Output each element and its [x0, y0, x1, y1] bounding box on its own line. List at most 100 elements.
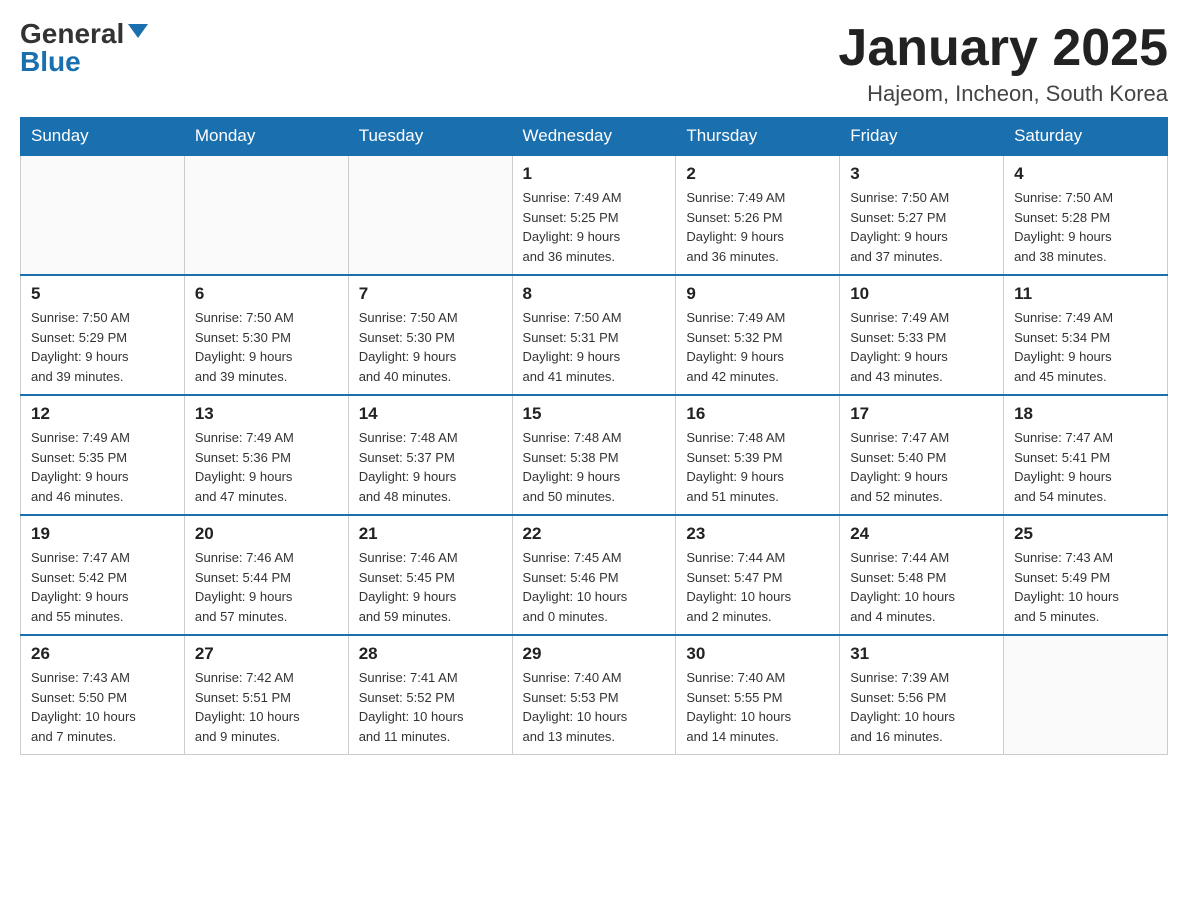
day-info: Sunrise: 7:44 AM Sunset: 5:48 PM Dayligh…	[850, 548, 993, 626]
calendar-week-row: 12 Sunrise: 7:49 AM Sunset: 5:35 PM Dayli…	[21, 395, 1168, 515]
logo-triangle-icon	[128, 24, 148, 38]
weekday-header-monday: Monday	[184, 118, 348, 156]
weekday-header-tuesday: Tuesday	[348, 118, 512, 156]
day-number: 7	[359, 284, 502, 304]
day-info: Sunrise: 7:49 AM Sunset: 5:26 PM Dayligh…	[686, 188, 829, 266]
day-number: 25	[1014, 524, 1157, 544]
calendar-cell: 2Sunrise: 7:49 AM Sunset: 5:26 PM Daylig…	[676, 155, 840, 275]
day-info: Sunrise: 7:44 AM Sunset: 5:47 PM Dayligh…	[686, 548, 829, 626]
calendar-week-row: 26Sunrise: 7:43 AM Sunset: 5:50 PM Dayli…	[21, 635, 1168, 755]
calendar-cell: 17 Sunrise: 7:47 AM Sunset: 5:40 PM Dayli…	[840, 395, 1004, 515]
day-info: Sunrise: 7:40 AM Sunset: 5:53 PM Dayligh…	[523, 668, 666, 746]
day-info: Sunrise: 7:48 AM Sunset: 5:38 PM Dayligh…	[523, 428, 666, 506]
month-title: January 2025	[838, 20, 1168, 77]
calendar-cell	[348, 155, 512, 275]
calendar-cell: 26Sunrise: 7:43 AM Sunset: 5:50 PM Dayli…	[21, 635, 185, 755]
day-info: Sunrise: 7:47 AM Sunset: 5:40 PM Dayligh…	[850, 428, 993, 506]
logo-general-text: General	[20, 20, 124, 48]
day-number: 18	[1014, 404, 1157, 424]
calendar-cell: 8Sunrise: 7:50 AM Sunset: 5:31 PM Daylig…	[512, 275, 676, 395]
day-number: 4	[1014, 164, 1157, 184]
day-number: 24	[850, 524, 993, 544]
day-number: 22	[523, 524, 666, 544]
weekday-header-saturday: Saturday	[1004, 118, 1168, 156]
calendar-cell: 25Sunrise: 7:43 AM Sunset: 5:49 PM Dayli…	[1004, 515, 1168, 635]
day-number: 12	[31, 404, 174, 424]
day-info: Sunrise: 7:48 AM Sunset: 5:39 PM Dayligh…	[686, 428, 829, 506]
calendar-cell: 28 Sunrise: 7:41 AM Sunset: 5:52 PM Dayli…	[348, 635, 512, 755]
day-number: 30	[686, 644, 829, 664]
day-number: 26	[31, 644, 174, 664]
calendar-cell: 6Sunrise: 7:50 AM Sunset: 5:30 PM Daylig…	[184, 275, 348, 395]
calendar-cell	[1004, 635, 1168, 755]
day-info: Sunrise: 7:40 AM Sunset: 5:55 PM Dayligh…	[686, 668, 829, 746]
day-number: 19	[31, 524, 174, 544]
calendar-cell: 9 Sunrise: 7:49 AM Sunset: 5:32 PM Daylig…	[676, 275, 840, 395]
calendar-cell: 5Sunrise: 7:50 AM Sunset: 5:29 PM Daylig…	[21, 275, 185, 395]
location-text: Hajeom, Incheon, South Korea	[838, 81, 1168, 107]
day-number: 3	[850, 164, 993, 184]
title-block: January 2025 Hajeom, Incheon, South Kore…	[838, 20, 1168, 107]
calendar-cell: 22 Sunrise: 7:45 AM Sunset: 5:46 PM Dayli…	[512, 515, 676, 635]
day-info: Sunrise: 7:50 AM Sunset: 5:29 PM Dayligh…	[31, 308, 174, 386]
day-number: 23	[686, 524, 829, 544]
day-number: 16	[686, 404, 829, 424]
calendar-cell: 23 Sunrise: 7:44 AM Sunset: 5:47 PM Dayli…	[676, 515, 840, 635]
day-info: Sunrise: 7:49 AM Sunset: 5:34 PM Dayligh…	[1014, 308, 1157, 386]
weekday-header-thursday: Thursday	[676, 118, 840, 156]
day-info: Sunrise: 7:46 AM Sunset: 5:44 PM Dayligh…	[195, 548, 338, 626]
day-info: Sunrise: 7:41 AM Sunset: 5:52 PM Dayligh…	[359, 668, 502, 746]
calendar-cell: 10Sunrise: 7:49 AM Sunset: 5:33 PM Dayli…	[840, 275, 1004, 395]
day-info: Sunrise: 7:50 AM Sunset: 5:28 PM Dayligh…	[1014, 188, 1157, 266]
day-number: 9	[686, 284, 829, 304]
day-number: 29	[523, 644, 666, 664]
day-number: 15	[523, 404, 666, 424]
day-number: 1	[523, 164, 666, 184]
calendar-cell: 11 Sunrise: 7:49 AM Sunset: 5:34 PM Dayli…	[1004, 275, 1168, 395]
calendar-cell: 31 Sunrise: 7:39 AM Sunset: 5:56 PM Dayli…	[840, 635, 1004, 755]
day-number: 17	[850, 404, 993, 424]
day-number: 8	[523, 284, 666, 304]
calendar-cell: 13Sunrise: 7:49 AM Sunset: 5:36 PM Dayli…	[184, 395, 348, 515]
day-number: 13	[195, 404, 338, 424]
day-number: 31	[850, 644, 993, 664]
calendar-cell: 4 Sunrise: 7:50 AM Sunset: 5:28 PM Daylig…	[1004, 155, 1168, 275]
calendar-cell: 29 Sunrise: 7:40 AM Sunset: 5:53 PM Dayli…	[512, 635, 676, 755]
calendar-cell	[21, 155, 185, 275]
day-number: 27	[195, 644, 338, 664]
day-info: Sunrise: 7:39 AM Sunset: 5:56 PM Dayligh…	[850, 668, 993, 746]
day-info: Sunrise: 7:49 AM Sunset: 5:33 PM Dayligh…	[850, 308, 993, 386]
day-info: Sunrise: 7:45 AM Sunset: 5:46 PM Dayligh…	[523, 548, 666, 626]
logo-blue-text: Blue	[20, 48, 81, 76]
day-info: Sunrise: 7:50 AM Sunset: 5:30 PM Dayligh…	[195, 308, 338, 386]
day-info: Sunrise: 7:47 AM Sunset: 5:41 PM Dayligh…	[1014, 428, 1157, 506]
calendar-cell	[184, 155, 348, 275]
day-number: 11	[1014, 284, 1157, 304]
calendar-cell: 20 Sunrise: 7:46 AM Sunset: 5:44 PM Dayli…	[184, 515, 348, 635]
day-info: Sunrise: 7:46 AM Sunset: 5:45 PM Dayligh…	[359, 548, 502, 626]
calendar-cell: 14 Sunrise: 7:48 AM Sunset: 5:37 PM Dayli…	[348, 395, 512, 515]
calendar-cell: 21Sunrise: 7:46 AM Sunset: 5:45 PM Dayli…	[348, 515, 512, 635]
day-info: Sunrise: 7:50 AM Sunset: 5:30 PM Dayligh…	[359, 308, 502, 386]
calendar-cell: 12 Sunrise: 7:49 AM Sunset: 5:35 PM Dayli…	[21, 395, 185, 515]
day-number: 14	[359, 404, 502, 424]
calendar-table: SundayMondayTuesdayWednesdayThursdayFrid…	[20, 117, 1168, 755]
day-info: Sunrise: 7:50 AM Sunset: 5:27 PM Dayligh…	[850, 188, 993, 266]
calendar-week-row: 19 Sunrise: 7:47 AM Sunset: 5:42 PM Dayli…	[21, 515, 1168, 635]
weekday-header-row: SundayMondayTuesdayWednesdayThursdayFrid…	[21, 118, 1168, 156]
calendar-cell: 18 Sunrise: 7:47 AM Sunset: 5:41 PM Dayli…	[1004, 395, 1168, 515]
calendar-cell: 16 Sunrise: 7:48 AM Sunset: 5:39 PM Dayli…	[676, 395, 840, 515]
day-number: 20	[195, 524, 338, 544]
calendar-cell: 19 Sunrise: 7:47 AM Sunset: 5:42 PM Dayli…	[21, 515, 185, 635]
day-info: Sunrise: 7:47 AM Sunset: 5:42 PM Dayligh…	[31, 548, 174, 626]
logo: General Blue	[20, 20, 148, 76]
weekday-header-sunday: Sunday	[21, 118, 185, 156]
calendar-cell: 7 Sunrise: 7:50 AM Sunset: 5:30 PM Daylig…	[348, 275, 512, 395]
day-info: Sunrise: 7:48 AM Sunset: 5:37 PM Dayligh…	[359, 428, 502, 506]
calendar-cell: 1Sunrise: 7:49 AM Sunset: 5:25 PM Daylig…	[512, 155, 676, 275]
day-number: 28	[359, 644, 502, 664]
day-info: Sunrise: 7:49 AM Sunset: 5:32 PM Dayligh…	[686, 308, 829, 386]
calendar-week-row: 5Sunrise: 7:50 AM Sunset: 5:29 PM Daylig…	[21, 275, 1168, 395]
calendar-cell: 24 Sunrise: 7:44 AM Sunset: 5:48 PM Dayli…	[840, 515, 1004, 635]
day-info: Sunrise: 7:49 AM Sunset: 5:35 PM Dayligh…	[31, 428, 174, 506]
